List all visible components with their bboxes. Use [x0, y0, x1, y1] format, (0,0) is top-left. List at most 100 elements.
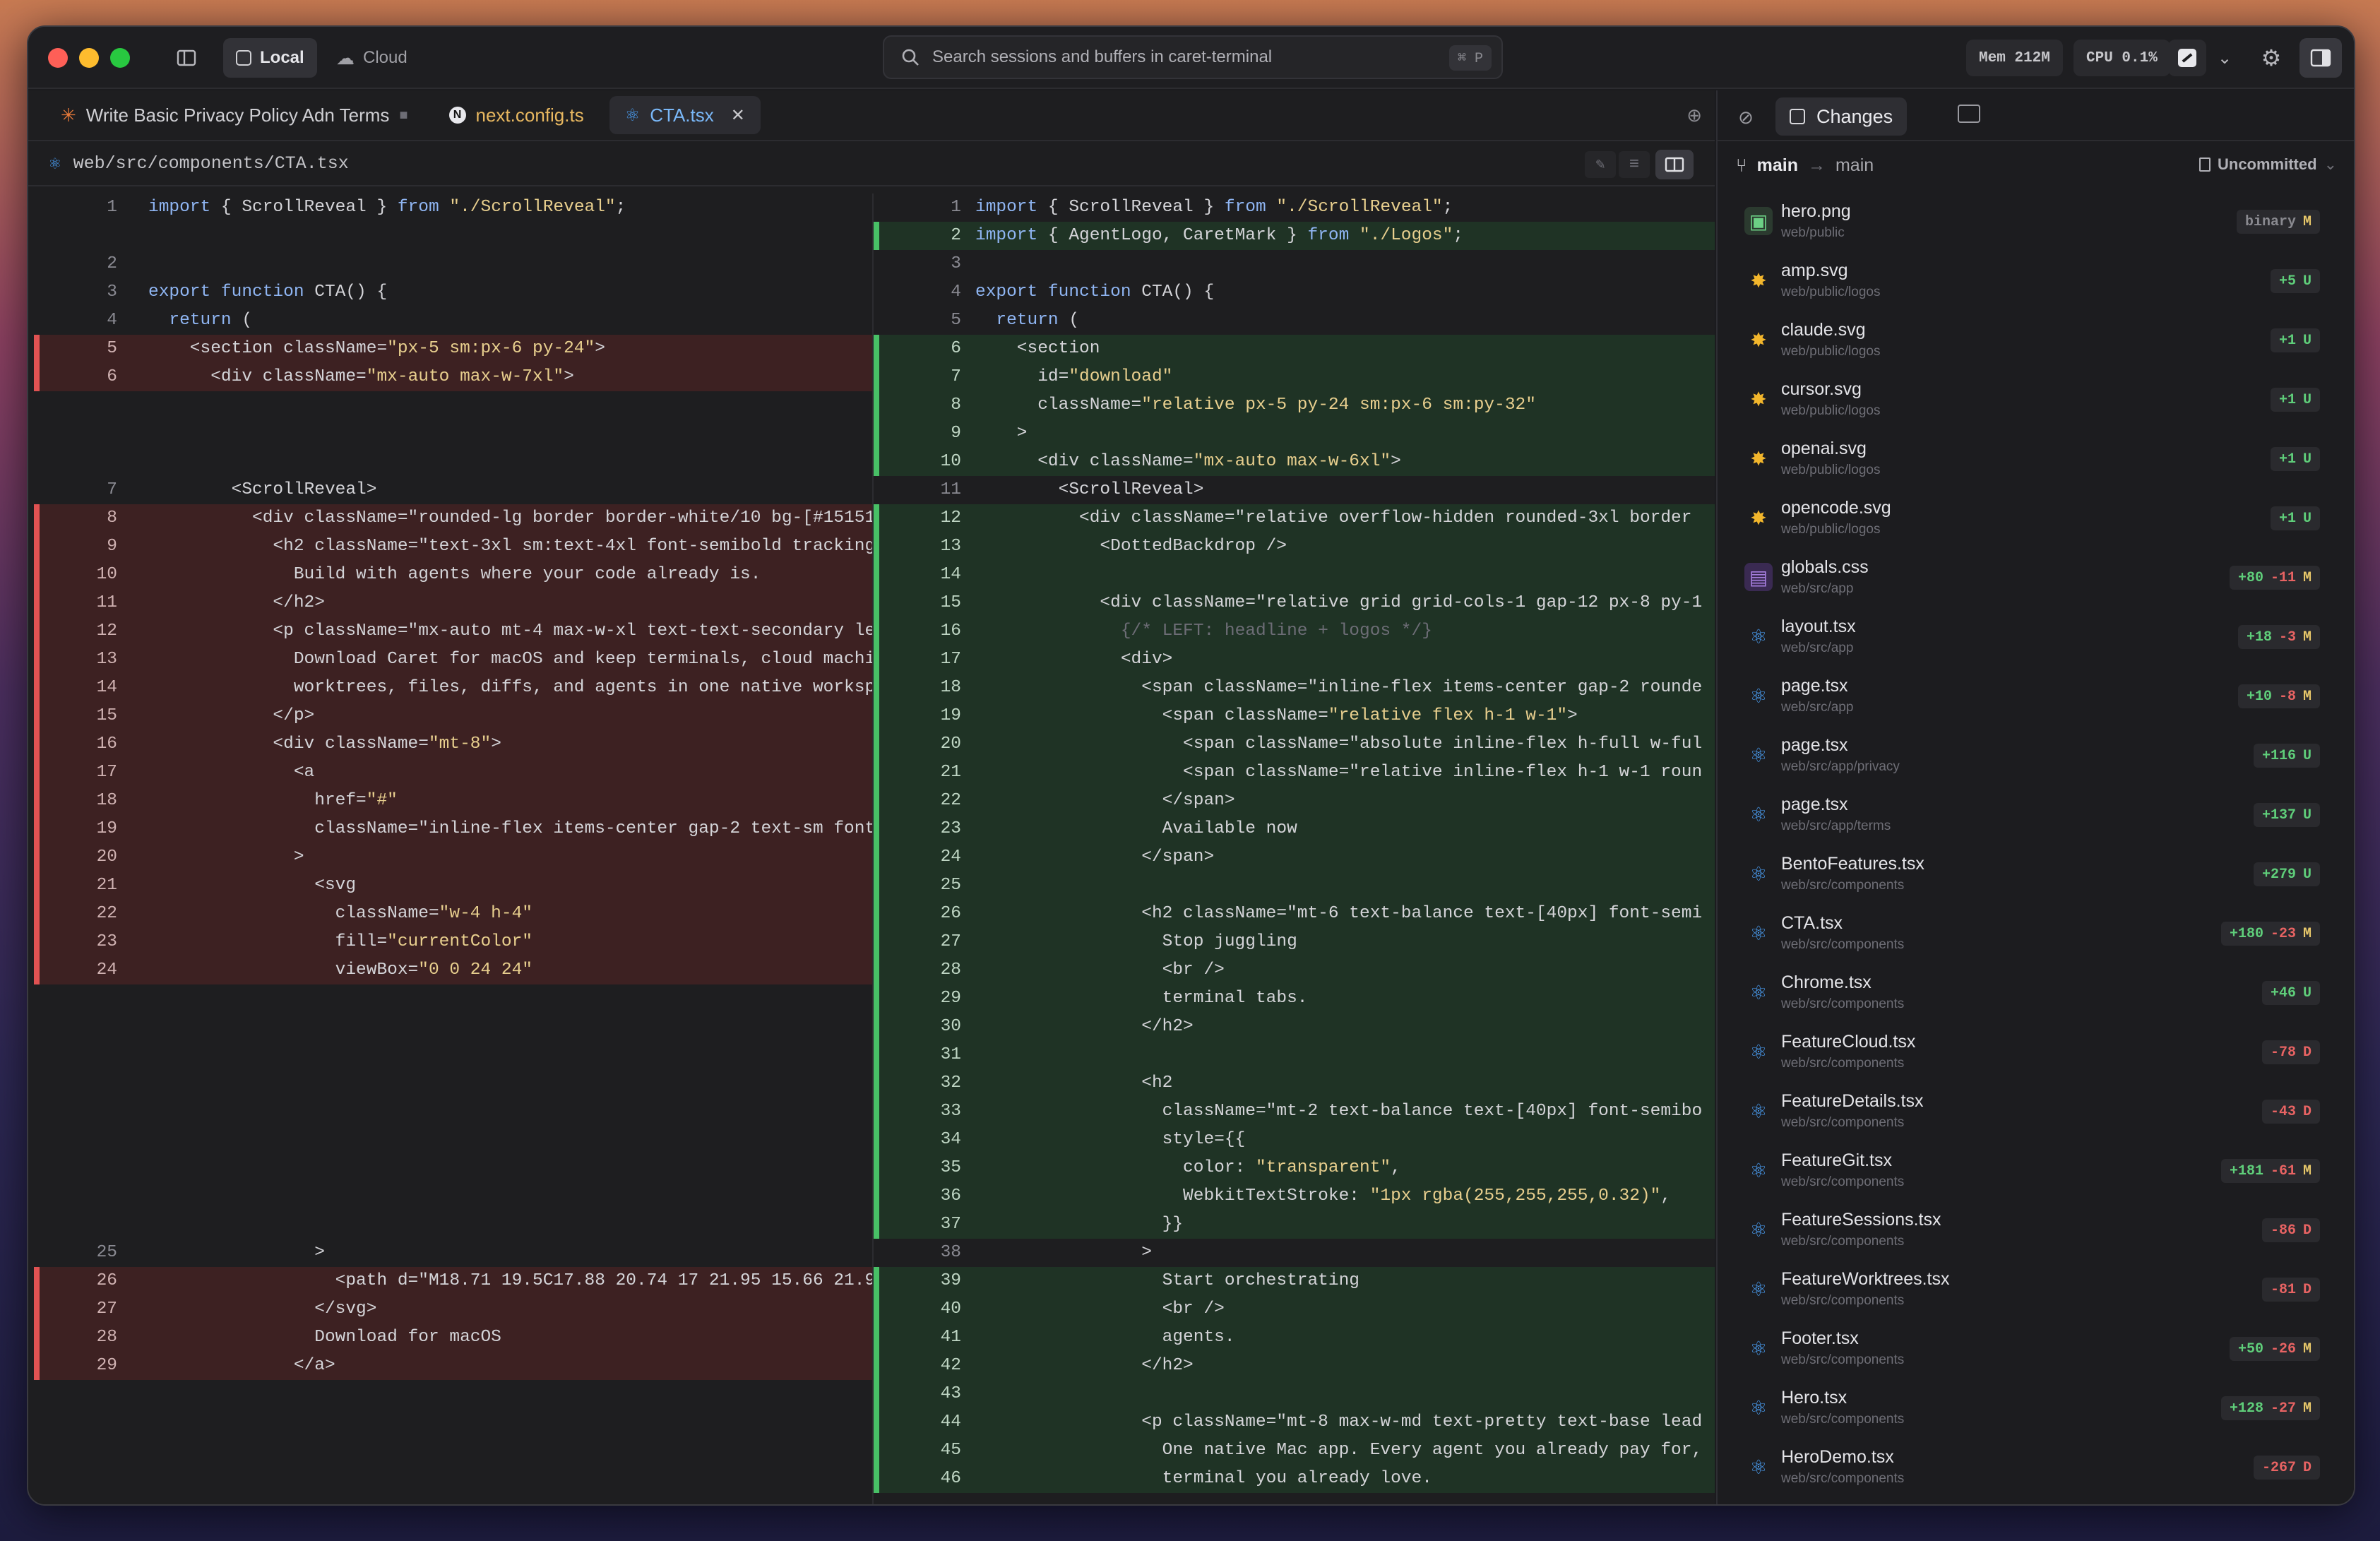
code-text[interactable]: <a — [148, 758, 314, 787]
code-text[interactable]: </h2> — [148, 589, 325, 617]
tab-privacy-session[interactable]: ✳ Write Basic Privacy Policy Adn Terms ■ — [45, 96, 424, 134]
code-text[interactable]: <ScrollReveal> — [148, 476, 377, 504]
zoom-window-button[interactable] — [110, 48, 130, 68]
code-text[interactable]: Build with agents where your code alread… — [148, 561, 761, 589]
code-text[interactable]: <span className="relative inline-flex h-… — [975, 758, 1702, 787]
code-text[interactable]: </span> — [975, 787, 1235, 815]
code-text[interactable]: terminal tabs. — [975, 984, 1308, 1013]
changed-file-row[interactable]: ⚛ FeatureSessions.tsx web/src/components -8… — [1736, 1201, 2336, 1261]
code-text[interactable]: <span className="relative flex h-1 w-1"> — [975, 702, 1578, 730]
code-text[interactable]: export function CTA() { — [148, 278, 387, 307]
code-text[interactable]: Stop juggling — [975, 928, 1297, 956]
code-text[interactable]: </h2> — [975, 1352, 1194, 1380]
tab-next-config[interactable]: N next.config.ts — [434, 96, 600, 134]
code-text[interactable]: worktrees, files, diffs, and agents in o… — [148, 674, 872, 702]
changed-file-row[interactable]: ⚛ FeatureWorktrees.tsx web/src/components -… — [1736, 1261, 2336, 1320]
changed-file-row[interactable]: ⚛ page.tsx web/src/app/terms +137 U — [1736, 786, 2336, 845]
code-text[interactable]: > — [148, 1239, 325, 1267]
code-text[interactable]: <h2 className="text-3xl sm:text-4xl font… — [148, 532, 872, 561]
changed-file-row[interactable]: ⚛ FeatureCloud.tsx web/src/components -78 D — [1736, 1023, 2336, 1083]
code-text[interactable]: <div className="relative overflow-hidden… — [975, 504, 1691, 532]
changed-file-row[interactable]: ⚛ Footer.tsx web/src/components +50 -26 M — [1736, 1320, 2336, 1379]
code-text[interactable]: <br /> — [975, 956, 1225, 984]
code-text[interactable]: className="mt-2 text-balance text-[40px]… — [975, 1097, 1703, 1126]
changed-file-row[interactable]: ✸ cursor.svg web/public/logos +1 U — [1736, 371, 2336, 430]
code-text[interactable]: <div className="mx-auto max-w-6xl"> — [975, 448, 1401, 476]
code-text[interactable]: Available now — [975, 815, 1297, 843]
code-text[interactable]: <DottedBackdrop /> — [975, 532, 1287, 561]
code-text[interactable]: return ( — [975, 307, 1079, 335]
minimize-window-button[interactable] — [79, 48, 99, 68]
code-text[interactable]: <div className="mt-8"> — [148, 730, 501, 758]
code-text[interactable]: <div> — [975, 645, 1173, 674]
changed-file-row[interactable]: ✸ amp.svg web/public/logos +5 U — [1736, 252, 2336, 311]
code-text[interactable]: return ( — [148, 307, 252, 335]
changed-file-row[interactable]: ⚛ HeroDemo.tsx web/src/components -267 D — [1736, 1439, 2336, 1498]
changed-file-row[interactable]: ▣ hero.png web/public binary M — [1736, 193, 2336, 252]
code-text[interactable]: <div className="relative grid grid-cols-… — [975, 589, 1702, 617]
code-text[interactable]: className="inline-flex items-center gap-… — [148, 815, 872, 843]
code-text[interactable]: One native Mac app. Every agent you alre… — [975, 1436, 1703, 1465]
compass-icon[interactable]: ⊘ — [1730, 103, 1761, 131]
cloud-toggle[interactable]: ☁ Cloud — [323, 38, 420, 78]
changed-file-row[interactable]: ✸ openai.svg web/public/logos +1 U — [1736, 430, 2336, 489]
code-text[interactable]: export function CTA() { — [975, 278, 1214, 307]
changed-file-row[interactable]: ⚛ layout.tsx web/src/app +18 -3 M — [1736, 608, 2336, 667]
gear-icon[interactable]: ⚙ — [2251, 40, 2291, 76]
code-text[interactable]: <div className="mx-auto max-w-7xl"> — [148, 363, 574, 391]
edit-icon[interactable]: ✎ — [1585, 151, 1616, 178]
code-text[interactable]: id="download" — [975, 363, 1172, 391]
local-toggle[interactable]: Local — [223, 38, 317, 78]
sidebar-toggle-icon[interactable] — [167, 40, 206, 76]
changed-file-row[interactable]: ✸ opencode.svg web/public/logos +1 U — [1736, 489, 2336, 549]
changed-file-row[interactable]: ⚛ CTA.tsx web/src/components +180 -23 M — [1736, 905, 2336, 964]
code-text[interactable]: > — [148, 843, 304, 871]
code-text[interactable]: fill="currentColor" — [148, 928, 532, 956]
code-text[interactable]: <h2 className="mt-6 text-balance text-[4… — [975, 900, 1702, 928]
code-text[interactable]: > — [975, 420, 1028, 448]
code-text[interactable]: </a> — [148, 1352, 335, 1380]
split-view-icon[interactable] — [1655, 150, 1694, 179]
code-text[interactable]: href="#" — [148, 787, 398, 815]
tab-cta[interactable]: ⚛ CTA.tsx ✕ — [609, 96, 761, 134]
changed-file-row[interactable]: ⚛ page.tsx web/src/app/privacy +116 U — [1736, 727, 2336, 786]
code-text[interactable]: <ScrollReveal> — [975, 476, 1204, 504]
code-text[interactable]: Start orchestrating — [975, 1267, 1359, 1295]
code-text[interactable]: }} — [975, 1210, 1183, 1239]
code-text[interactable]: className="relative px-5 py-24 sm:px-6 s… — [975, 391, 1536, 420]
changed-file-row[interactable]: ⚛ page.tsx web/src/app +10 -8 M — [1736, 667, 2336, 727]
code-text[interactable]: <section className="px-5 sm:px-6 py-24"> — [148, 335, 605, 363]
code-text[interactable]: </svg> — [148, 1295, 376, 1323]
code-text[interactable]: <span className="absolute inline-flex h-… — [975, 730, 1702, 758]
folder-icon[interactable] — [1958, 105, 1980, 123]
chevron-down-icon[interactable]: ⌄ — [2211, 40, 2239, 76]
new-session-icon[interactable]: ⊕ — [1686, 105, 1702, 126]
editor-app-icon[interactable] — [2168, 40, 2206, 76]
code-text[interactable]: <h2 — [975, 1069, 1172, 1097]
changed-file-row[interactable]: ▤ globals.css web/src/app +80 -11 M — [1736, 549, 2336, 608]
code-text[interactable]: style={{ — [975, 1126, 1246, 1154]
code-text[interactable]: > — [975, 1239, 1152, 1267]
code-text[interactable]: <div className="rounded-lg border border… — [148, 504, 872, 532]
changed-file-row[interactable]: ⚛ FeatureDetails.tsx web/src/components -43… — [1736, 1083, 2336, 1142]
code-text[interactable]: terminal you already love. — [975, 1465, 1432, 1493]
search-bar[interactable]: Search sessions and buffers in caret-ter… — [883, 35, 1503, 79]
tab-changes[interactable]: Changes — [1775, 97, 1908, 136]
code-text[interactable]: <section — [975, 335, 1100, 363]
changed-file-row[interactable]: ✸ claude.svg web/public/logos +1 U — [1736, 311, 2336, 371]
code-text[interactable]: import { ScrollReveal } from "./ScrollRe… — [148, 194, 626, 222]
code-text[interactable]: <span className="inline-flex items-cente… — [975, 674, 1702, 702]
code-text[interactable]: agents. — [975, 1323, 1235, 1352]
code-text[interactable]: <svg — [148, 871, 356, 900]
close-icon[interactable]: ✕ — [731, 105, 745, 126]
uncommitted-dropdown[interactable]: Uncommitted ⌄ — [2199, 155, 2337, 174]
code-text[interactable]: </p> — [148, 702, 314, 730]
code-text[interactable]: Download Caret for macOS and keep termin… — [148, 645, 872, 674]
unified-view-icon[interactable]: ≡ — [1619, 151, 1650, 178]
changed-file-row[interactable]: ⚛ Chrome.tsx web/src/components +46 U — [1736, 964, 2336, 1023]
close-window-button[interactable] — [48, 48, 68, 68]
code-text[interactable]: <path d="M18.71 19.5C17.88 20.74 17 21.9… — [148, 1267, 872, 1295]
code-text[interactable]: <p className="mt-8 max-w-md text-pretty … — [975, 1408, 1702, 1436]
code-text[interactable]: import { ScrollReveal } from "./ScrollRe… — [975, 194, 1453, 222]
code-text[interactable]: color: "transparent", — [975, 1154, 1401, 1182]
